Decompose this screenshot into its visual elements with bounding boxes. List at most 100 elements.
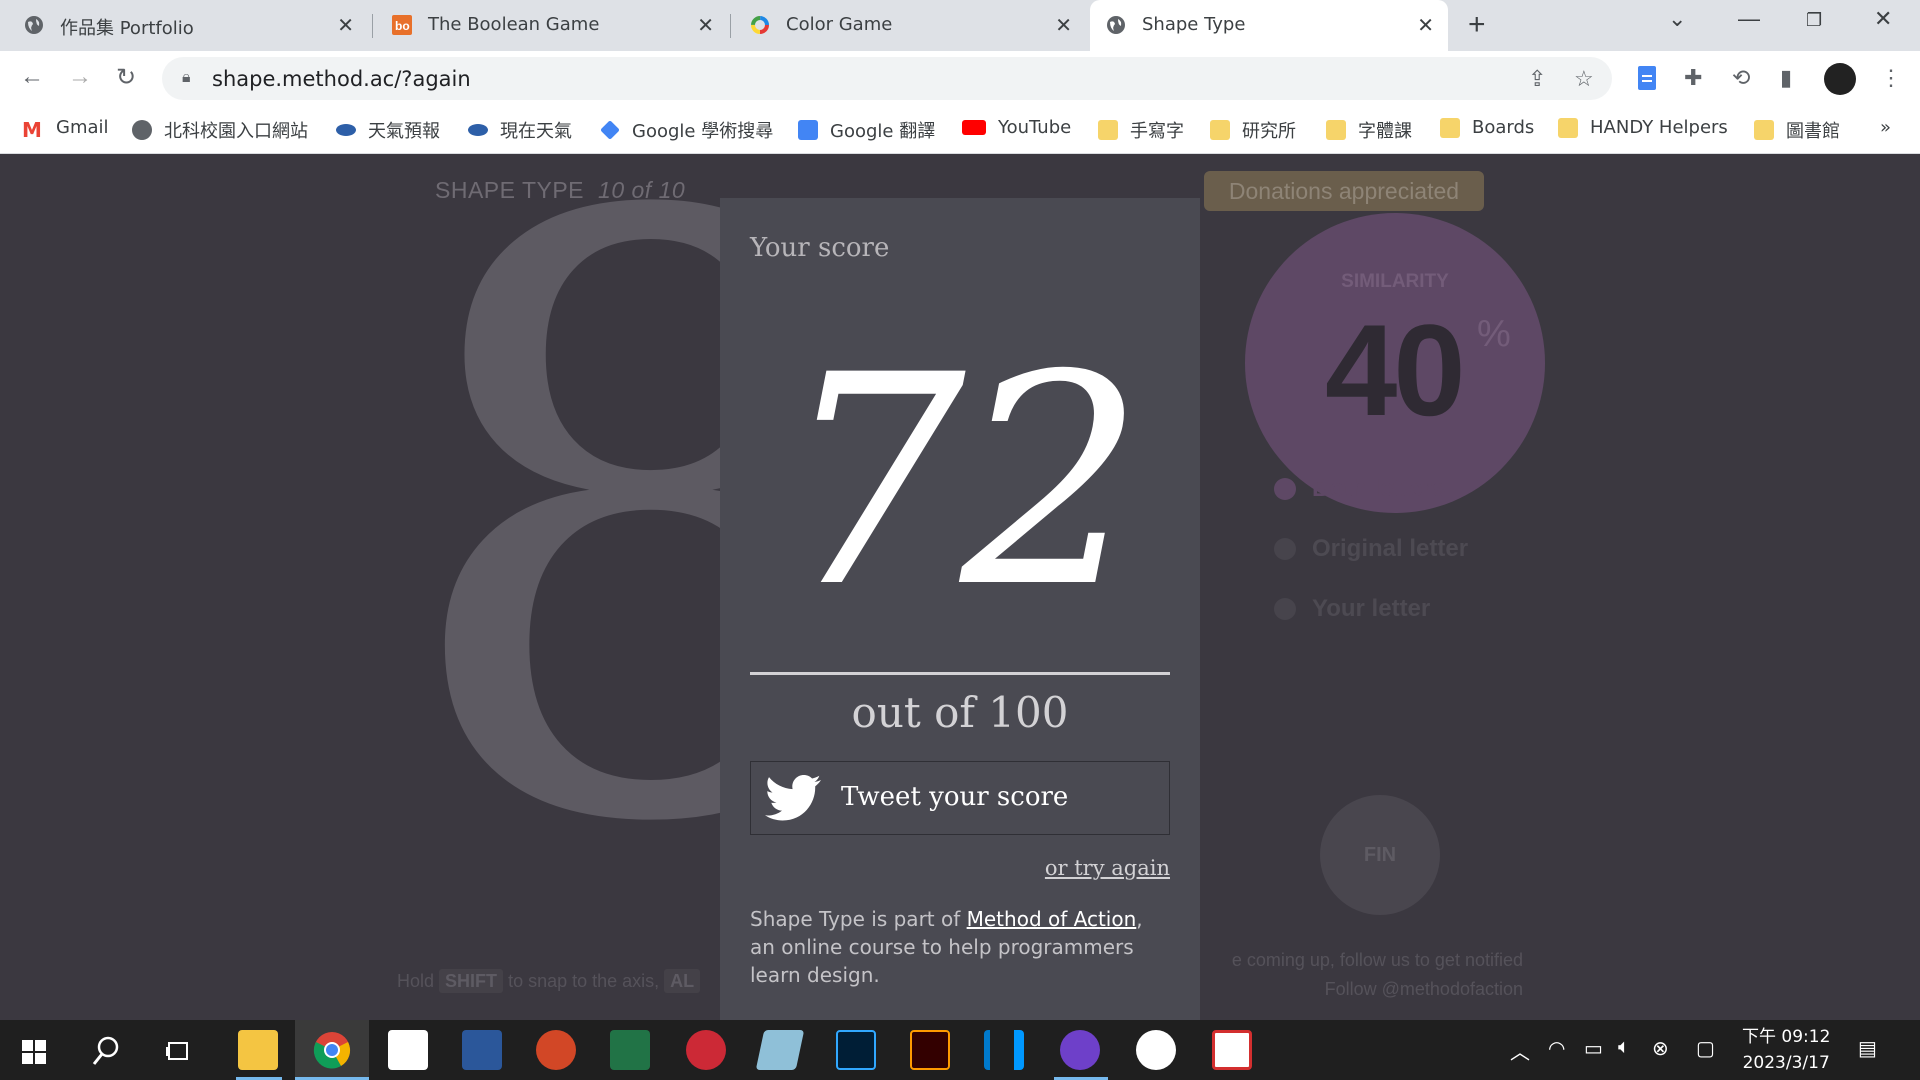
option-label: Original letter	[1312, 535, 1469, 562]
excel-icon[interactable]	[610, 1030, 650, 1070]
notes-icon[interactable]	[755, 1030, 805, 1070]
svg-text:bo: bo	[395, 19, 410, 33]
tab-boolean-game[interactable]: bo The Boolean Game ✕	[376, 0, 728, 51]
error-circle-icon[interactable]: ⊗	[1652, 1036, 1669, 1061]
bookmark-folder[interactable]: HANDY Helpers	[1558, 117, 1728, 138]
clipboard-icon[interactable]: ▢	[1696, 1036, 1715, 1061]
close-tab-icon[interactable]: ✕	[1417, 13, 1434, 38]
lock-icon[interactable]: 🔒︎	[182, 69, 191, 87]
docs-extension-icon[interactable]	[1636, 65, 1658, 91]
bookmark-google-scholar[interactable]: Google 學術搜尋	[600, 117, 773, 143]
side-panel-icon[interactable]: ▮	[1780, 65, 1792, 91]
tab-search-chevron-icon[interactable]: ⌄	[1668, 6, 1686, 32]
close-tab-icon[interactable]: ✕	[697, 13, 714, 38]
more-bookmarks-chevron-icon[interactable]: »	[1880, 117, 1891, 138]
powerpoint-icon[interactable]	[536, 1030, 576, 1070]
game-page: SHAPE TYPE 10 of 10 8 Donations appreciat…	[0, 155, 1920, 1020]
bookmark-folder[interactable]: 圖書館	[1754, 117, 1840, 143]
radio-dot[interactable]	[1274, 538, 1296, 560]
file-explorer-icon[interactable]	[238, 1030, 278, 1070]
forward-arrow-icon[interactable]: →	[68, 63, 92, 91]
back-arrow-icon[interactable]: ←	[20, 63, 44, 91]
folder-icon	[1210, 120, 1230, 140]
weather-icon	[468, 124, 488, 136]
task-view-icon[interactable]	[166, 1040, 192, 1062]
illustrator-icon[interactable]	[910, 1030, 950, 1070]
wifi-icon[interactable]: ◠	[1548, 1036, 1565, 1061]
score-heading: Your score	[750, 233, 890, 263]
folder-icon	[1440, 117, 1460, 138]
menu-kebab-icon[interactable]: ⋮	[1880, 65, 1902, 91]
share-icon[interactable]: ⇪	[1528, 66, 1546, 92]
performance-icon[interactable]: ⟲	[1732, 65, 1750, 91]
bookmark-star-icon[interactable]: ☆	[1574, 66, 1594, 92]
notifications-icon[interactable]: ▤	[1858, 1036, 1877, 1061]
bookmark-folder[interactable]: 字體課	[1326, 117, 1412, 143]
url-text[interactable]: shape.method.ac/?again	[212, 67, 471, 91]
bookmark-weather-forecast[interactable]: 天氣預報	[336, 117, 440, 143]
hint-word: to snap to the axis,	[508, 971, 660, 991]
search-icon[interactable]	[92, 1036, 120, 1066]
radio-dot[interactable]	[1274, 598, 1296, 620]
twitter-bird-icon	[765, 775, 821, 821]
restore-icon[interactable]: ❐	[1806, 10, 1822, 31]
tab-strip: 作品集 Portfolio ✕ bo The Boolean Game ✕ Co…	[0, 0, 1920, 51]
try-again-link[interactable]: or try again	[1045, 856, 1170, 880]
tab-color-game[interactable]: Color Game ✕	[734, 0, 1086, 51]
chrome-icon[interactable]	[312, 1030, 352, 1070]
globe-icon	[132, 120, 152, 140]
omnibox[interactable]: 🔒︎ shape.method.ac/?again ⇪ ☆	[162, 57, 1612, 100]
zotero-icon[interactable]	[686, 1030, 726, 1070]
reload-icon[interactable]: ↻	[116, 63, 136, 92]
word-icon[interactable]	[462, 1030, 502, 1070]
bookmark-folder[interactable]: 研究所	[1210, 117, 1296, 143]
bookmark-label: HANDY Helpers	[1590, 117, 1728, 138]
volume-icon[interactable]: 🔈︎	[1618, 1036, 1630, 1059]
clock[interactable]: 下午 09:12 2023/3/17	[1742, 1024, 1830, 1076]
paint-icon[interactable]	[388, 1030, 428, 1070]
tray-chevron-icon[interactable]: ︿	[1510, 1036, 1530, 1065]
option-original-letter[interactable]: Original letter	[1274, 535, 1468, 563]
bookmark-label: Gmail	[56, 117, 109, 138]
folder-icon	[1558, 117, 1578, 138]
tweet-label: Tweet your score	[841, 782, 1069, 812]
vscode-icon[interactable]	[984, 1030, 1024, 1070]
photoshop-icon[interactable]	[836, 1030, 876, 1070]
github-icon[interactable]	[1060, 1030, 1100, 1070]
windows-start-icon[interactable]	[22, 1040, 46, 1064]
gmail-icon: M	[22, 117, 42, 142]
follow-link[interactable]: Follow @methodofaction	[1325, 979, 1523, 1000]
app-icon[interactable]	[1212, 1030, 1252, 1070]
avatar[interactable]	[1824, 63, 1856, 95]
donate-button[interactable]: Donations appreciated	[1204, 171, 1484, 211]
option-both-letters[interactable]: Both letters	[1274, 475, 1445, 503]
minimize-icon[interactable]: —	[1738, 6, 1760, 32]
similarity-unit: %	[1477, 313, 1511, 355]
bookmark-current-weather[interactable]: 現在天氣	[468, 117, 572, 143]
bookmark-gmail[interactable]: M Gmail	[22, 117, 109, 142]
tweet-button[interactable]: Tweet your score	[750, 761, 1170, 835]
new-tab-plus-icon[interactable]: +	[1468, 8, 1486, 42]
bookmark-ntut[interactable]: 北科校園入口網站	[132, 117, 308, 143]
clock-date: 2023/3/17	[1742, 1053, 1830, 1073]
battery-icon[interactable]: ▭	[1584, 1036, 1603, 1061]
close-window-icon[interactable]: ✕	[1874, 6, 1892, 32]
tab-shape-type[interactable]: Shape Type ✕	[1090, 0, 1448, 51]
bookmark-folder[interactable]: Boards	[1440, 117, 1534, 138]
method-of-action-link[interactable]: Method of Action	[967, 907, 1137, 931]
fin-button[interactable]: FIN	[1320, 795, 1440, 915]
bookmark-folder[interactable]: 手寫字	[1098, 117, 1184, 143]
extensions-puzzle-icon[interactable]: ✚	[1684, 65, 1702, 91]
bookmark-label: 北科校園入口網站	[164, 121, 308, 142]
score-modal: Your score 72 out of 100 Tweet your scor…	[720, 198, 1200, 1020]
bookmark-google-translate[interactable]: Google 翻譯	[798, 117, 935, 143]
option-your-letter[interactable]: Your letter	[1274, 595, 1430, 623]
folder-icon	[1754, 120, 1774, 140]
radio-dot[interactable]	[1274, 478, 1296, 500]
fontforge-icon[interactable]	[1136, 1030, 1176, 1070]
close-tab-icon[interactable]: ✕	[337, 13, 354, 38]
close-tab-icon[interactable]: ✕	[1055, 13, 1072, 38]
folder-icon	[1098, 120, 1118, 140]
tab-portfolio[interactable]: 作品集 Portfolio ✕	[8, 0, 368, 51]
bookmark-youtube[interactable]: YouTube	[962, 117, 1071, 138]
